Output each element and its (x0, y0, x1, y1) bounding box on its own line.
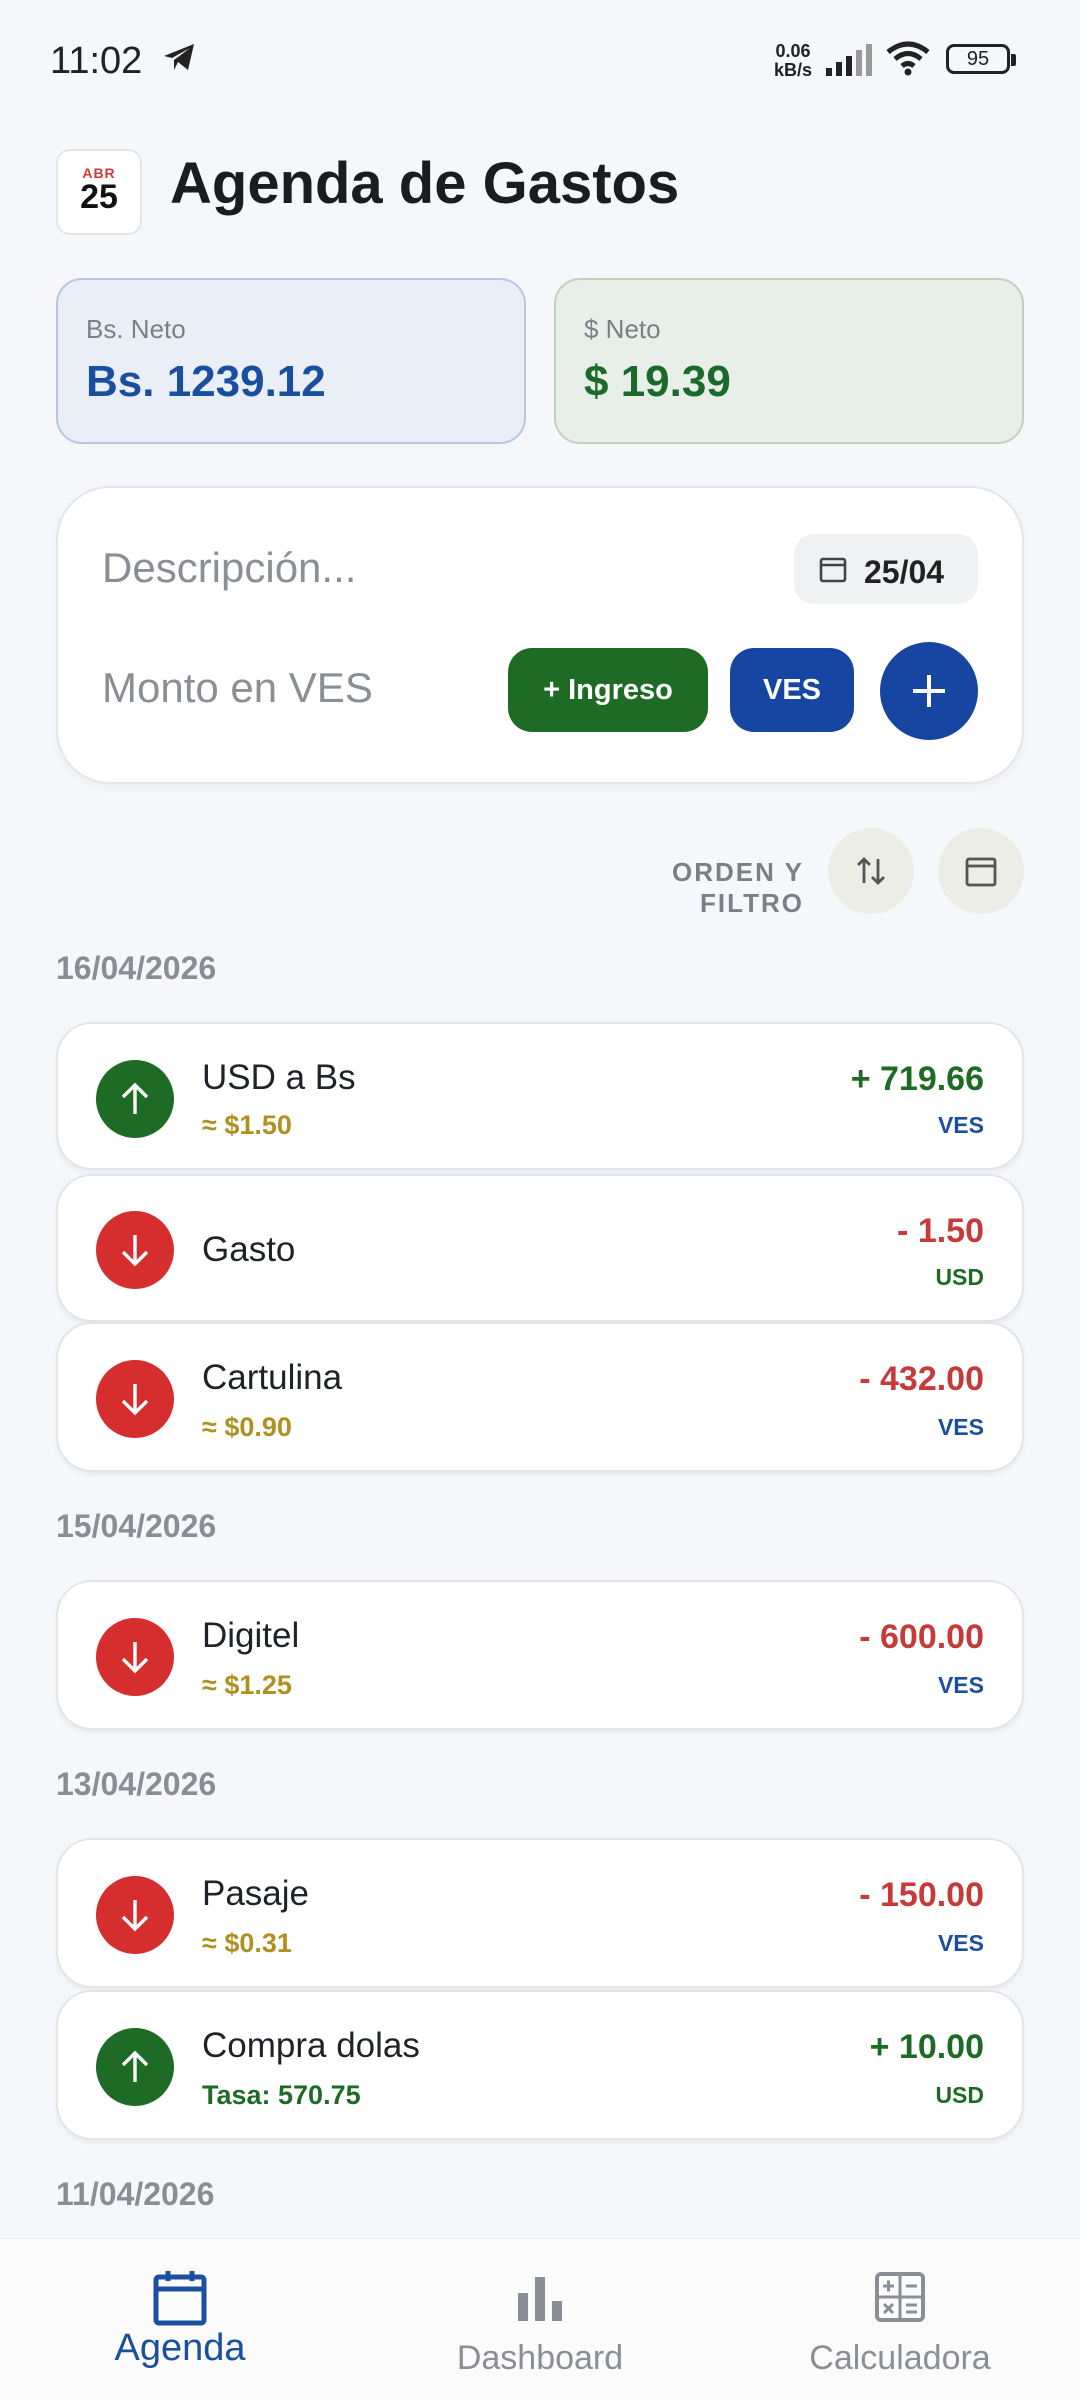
transaction-item[interactable]: Cartulina ≈ $0.90 - 432.00 VES (56, 1322, 1024, 1472)
page-title: Agenda de Gastos (170, 151, 680, 216)
day-group-label: 11/04/2026 (56, 2176, 215, 2212)
transaction-amount: - 1.50 (897, 1212, 984, 1250)
network-speed-value: 0.06 (775, 41, 811, 61)
transaction-name: Pasaje (202, 1874, 310, 1913)
status-time: 11:02 (50, 40, 143, 82)
add-entry-button[interactable] (880, 642, 978, 740)
calendar-icon (153, 2271, 207, 2326)
usd-net-value: $ 19.39 (584, 357, 731, 406)
signal-icon (826, 44, 874, 81)
day-group-label: 16/04/2026 (56, 950, 217, 986)
expense-arrow-icon (96, 1211, 174, 1289)
expense-arrow-icon (96, 1876, 174, 1954)
calculator-icon (875, 2272, 925, 2322)
transaction-currency: USD (935, 2082, 984, 2108)
battery-icon: 95 (946, 44, 1016, 74)
nav-tab-calculadora[interactable]: Calculadora (720, 2239, 1080, 2400)
expense-arrow-icon (96, 1618, 174, 1696)
sort-button[interactable] (828, 828, 914, 914)
transaction-name: Digitel (202, 1616, 300, 1655)
network-speed-unit: kB/s (774, 60, 813, 80)
transaction-amount: - 600.00 (859, 1618, 984, 1656)
nav-tab-agenda[interactable]: Agenda (0, 2239, 360, 2400)
transaction-amount: - 432.00 (859, 1360, 984, 1398)
bar-chart-icon (518, 2277, 562, 2321)
transaction-item[interactable]: Digitel ≈ $1.25 - 600.00 VES (56, 1580, 1024, 1730)
transaction-item[interactable]: USD a Bs ≈ $1.50 + 719.66 VES (56, 1022, 1024, 1170)
transaction-currency: USD (935, 1264, 984, 1290)
transaction-currency: VES (937, 1930, 984, 1956)
plus-icon (913, 675, 945, 707)
bs-net-value: Bs. 1239.12 (86, 357, 326, 406)
status-bar: 11:02 0.06 kB/s 95 (0, 0, 1080, 124)
order-filter-label: ORDEN Y FILTRO (672, 857, 804, 918)
transaction-amount: + 10.00 (869, 2028, 984, 2066)
description-input[interactable] (102, 538, 782, 598)
transaction-usd-equivalent: ≈ $0.90 (202, 1412, 292, 1442)
calendar-icon (965, 857, 997, 887)
transaction-exchange-rate: Tasa: 570.75 (202, 2080, 361, 2110)
transaction-name: Gasto (202, 1230, 296, 1269)
transaction-amount: + 719.66 (850, 1060, 984, 1098)
network-speed: 0.06 kB/s (774, 42, 812, 80)
today-date-badge: ABR 25 (56, 149, 142, 235)
income-arrow-icon (96, 2028, 174, 2106)
bs-net-card: Bs. Neto Bs. 1239.12 (56, 278, 526, 444)
nav-label: Calculadora (809, 2339, 991, 2377)
transaction-name: Cartulina (202, 1358, 343, 1397)
day-group-label: 13/04/2026 (56, 1766, 217, 1802)
nav-label: Agenda (114, 2327, 246, 2369)
selected-date: 25/04 (864, 554, 945, 590)
transaction-usd-equivalent: ≈ $0.31 (202, 1928, 292, 1958)
income-type-toggle-button[interactable]: + Ingreso (508, 648, 708, 732)
new-entry-form: 25/04 + Ingreso VES (56, 486, 1024, 784)
nav-label: Dashboard (456, 2339, 624, 2377)
calendar-icon (818, 554, 848, 589)
day-group-label: 15/04/2026 (56, 1508, 217, 1544)
date-picker-chip[interactable]: 25/04 (794, 534, 978, 604)
amount-input[interactable] (102, 658, 502, 718)
transaction-usd-equivalent: ≈ $1.50 (202, 1110, 292, 1140)
date-filter-button[interactable] (938, 828, 1024, 914)
transaction-name: USD a Bs (202, 1058, 356, 1097)
bottom-navigation: Agenda Dashboard Calculadora (0, 2238, 1080, 2400)
expense-arrow-icon (96, 1360, 174, 1438)
transaction-name: Compra dolas (202, 2026, 420, 2065)
transaction-item[interactable]: Gasto - 1.50 USD (56, 1174, 1024, 1322)
currency-toggle-button[interactable]: VES (730, 648, 854, 732)
transaction-amount: - 150.00 (859, 1876, 984, 1914)
transaction-usd-equivalent: ≈ $1.25 (202, 1670, 292, 1700)
usd-net-label: $ Neto (584, 314, 661, 344)
wifi-icon (884, 40, 932, 81)
telegram-icon (162, 42, 196, 77)
usd-net-card: $ Neto $ 19.39 (554, 278, 1024, 444)
transaction-item[interactable]: Compra dolas Tasa: 570.75 + 10.00 USD (56, 1990, 1024, 2140)
date-badge-day: 25 (80, 178, 118, 216)
sort-arrows-icon (857, 857, 885, 885)
income-arrow-icon (96, 1060, 174, 1138)
bs-net-label: Bs. Neto (86, 314, 186, 344)
transaction-currency: VES (937, 1672, 984, 1698)
transaction-currency: VES (937, 1414, 984, 1440)
transaction-currency: VES (937, 1112, 984, 1138)
nav-tab-dashboard[interactable]: Dashboard (360, 2239, 720, 2400)
transaction-item[interactable]: Pasaje ≈ $0.31 - 150.00 VES (56, 1838, 1024, 1988)
